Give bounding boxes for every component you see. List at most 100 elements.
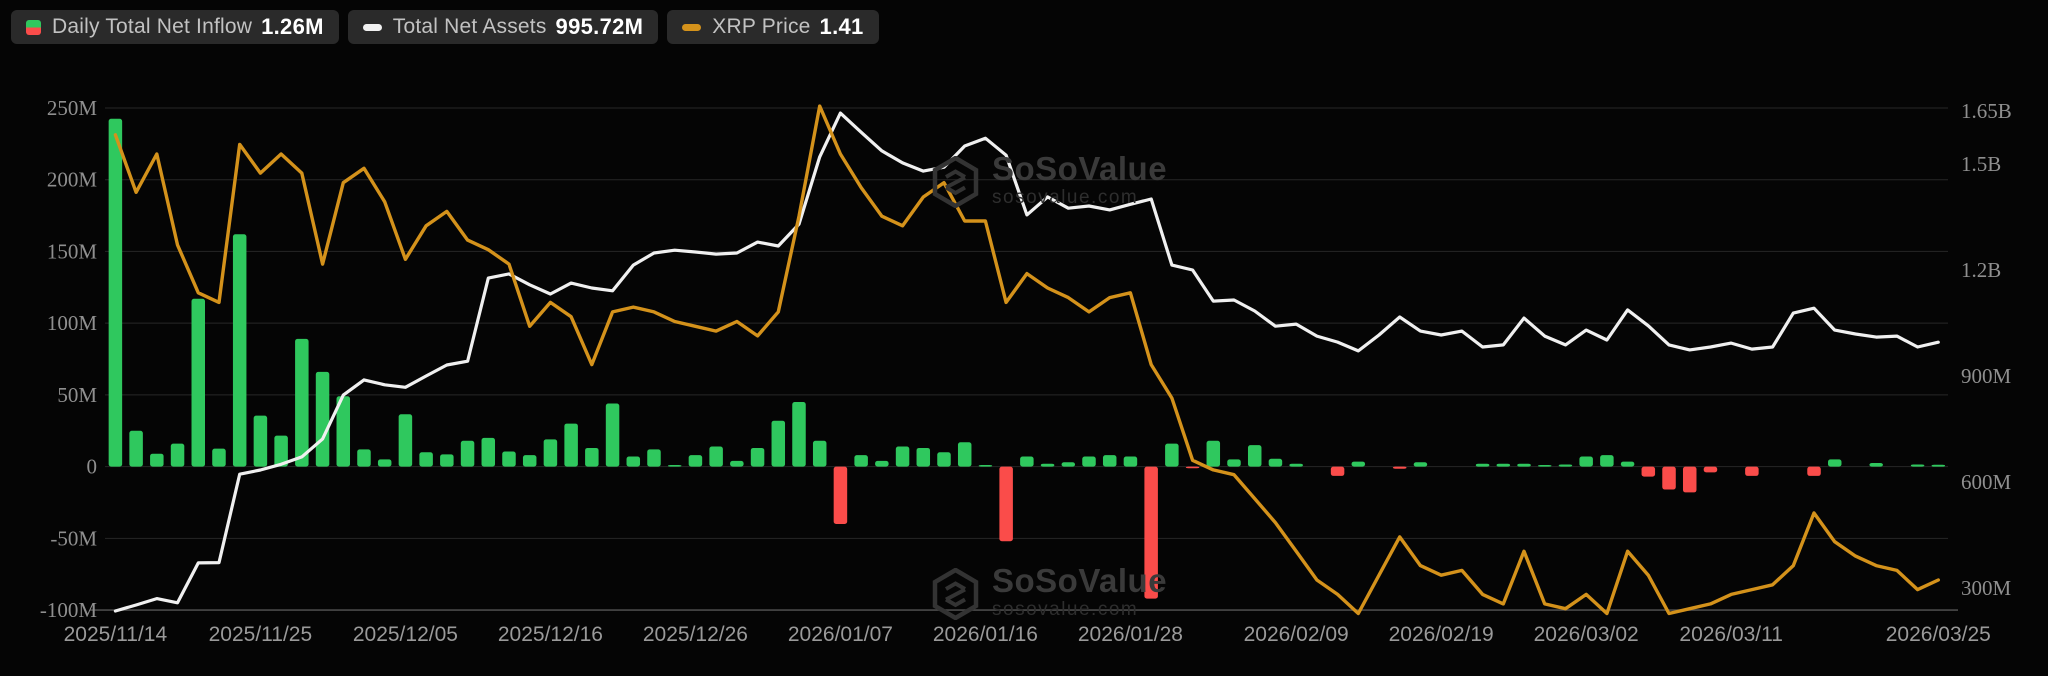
inflow-bar[interactable]: [1082, 457, 1096, 467]
inflow-bar[interactable]: [1621, 462, 1635, 467]
inflow-bar[interactable]: [1227, 459, 1241, 466]
inflow-bar[interactable]: [834, 467, 848, 524]
inflow-bar[interactable]: [1517, 464, 1531, 467]
inflow-bar[interactable]: [419, 452, 433, 466]
legend-item-total-net-assets[interactable]: Total Net Assets 995.72M: [348, 10, 659, 44]
y-axis-left-tick-label: 0: [87, 455, 98, 479]
inflow-bar[interactable]: [150, 454, 164, 467]
inflow-bar[interactable]: [606, 403, 620, 466]
x-axis-tick-label: 2025/12/16: [498, 623, 603, 646]
x-axis-tick-label: 2026/01/28: [1078, 623, 1183, 646]
inflow-bar[interactable]: [709, 447, 723, 467]
inflow-bar[interactable]: [461, 441, 475, 467]
inflow-bar[interactable]: [730, 461, 744, 467]
inflow-bar[interactable]: [1144, 467, 1158, 599]
inflow-bar[interactable]: [896, 447, 910, 467]
inflow-bar[interactable]: [1124, 457, 1138, 467]
inflow-bar[interactable]: [751, 448, 765, 467]
inflow-bar[interactable]: [1062, 462, 1076, 466]
inflow-bar[interactable]: [544, 439, 558, 466]
xrp-line-icon: [682, 24, 701, 31]
inflow-bar[interactable]: [813, 441, 827, 467]
inflow-bar[interactable]: [399, 414, 413, 466]
inflow-bar[interactable]: [1911, 464, 1925, 466]
inflow-bar[interactable]: [192, 299, 206, 467]
inflow-bar[interactable]: [1538, 465, 1552, 467]
inflow-bar[interactable]: [647, 449, 661, 466]
inflow-bar[interactable]: [1704, 467, 1718, 473]
inflow-bar[interactable]: [295, 339, 309, 467]
legend-item-daily-net-inflow[interactable]: Daily Total Net Inflow 1.26M: [11, 10, 339, 44]
y-axis-left-tick-label: 250M: [47, 96, 98, 120]
chart-canvas[interactable]: 250M200M150M100M50M0-50M-100M1.65B1.5B1.…: [0, 0, 2048, 676]
inflow-bar[interactable]: [1807, 467, 1821, 476]
inflow-bar[interactable]: [502, 452, 516, 467]
inflow-bar[interactable]: [254, 416, 268, 467]
inflow-bar[interactable]: [1289, 464, 1303, 467]
inflow-bar[interactable]: [1476, 464, 1490, 467]
total-net-assets-line[interactable]: [115, 113, 1938, 611]
inflow-bar[interactable]: [1165, 444, 1179, 467]
inflow-bar[interactable]: [668, 465, 682, 467]
inflow-bar[interactable]: [1103, 455, 1117, 466]
inflow-bar[interactable]: [772, 421, 786, 467]
inflow-bar[interactable]: [523, 455, 537, 466]
inflow-bar[interactable]: [627, 457, 641, 467]
legend: Daily Total Net Inflow 1.26M Total Net A…: [11, 10, 879, 44]
inflow-bar[interactable]: [792, 402, 806, 467]
inflow-bar[interactable]: [316, 372, 330, 467]
inflow-bar[interactable]: [357, 449, 371, 466]
legend-label: XRP Price: [712, 15, 810, 39]
inflow-bar[interactable]: [1600, 455, 1614, 466]
legend-label: Total Net Assets: [393, 15, 547, 39]
tna-line-icon: [363, 24, 382, 31]
inflow-bar[interactable]: [1269, 459, 1283, 467]
x-axis-tick-label: 2025/12/26: [643, 623, 748, 646]
inflow-bar[interactable]: [1869, 463, 1883, 467]
inflow-bar[interactable]: [1207, 441, 1221, 467]
inflow-bar[interactable]: [212, 449, 226, 467]
inflow-bar[interactable]: [854, 455, 868, 466]
inflow-bar[interactable]: [1559, 464, 1573, 466]
inflow-bar[interactable]: [1414, 462, 1428, 466]
inflow-bar[interactable]: [1932, 465, 1946, 467]
y-axis-right-tick-label: 1.5B: [1961, 152, 2001, 176]
inflow-bar[interactable]: [440, 454, 454, 466]
inflow-bar[interactable]: [1186, 467, 1200, 469]
inflow-bar[interactable]: [482, 438, 496, 467]
inflow-bar[interactable]: [585, 448, 599, 467]
inflow-bar[interactable]: [1331, 467, 1345, 476]
inflow-bar[interactable]: [917, 448, 931, 467]
inflow-bar[interactable]: [1828, 459, 1842, 466]
inflow-bar[interactable]: [1579, 457, 1593, 467]
inflow-bar[interactable]: [958, 442, 972, 466]
inflow-bar[interactable]: [1683, 467, 1697, 493]
x-axis-tick-label: 2026/01/16: [933, 623, 1038, 646]
inflow-bar[interactable]: [1248, 445, 1262, 467]
inflow-bar[interactable]: [875, 461, 889, 467]
x-axis-tick-label: 2025/11/14: [64, 623, 168, 646]
inflow-bar[interactable]: [129, 431, 143, 467]
x-axis-tick-label: 2026/01/07: [788, 623, 893, 646]
inflow-bar[interactable]: [109, 119, 123, 467]
inflow-bar[interactable]: [378, 459, 392, 466]
inflow-bar[interactable]: [1393, 467, 1407, 469]
inflow-bar[interactable]: [1642, 467, 1656, 477]
inflow-bar[interactable]: [1352, 462, 1366, 467]
inflow-bar[interactable]: [564, 424, 578, 467]
inflow-bar[interactable]: [1662, 467, 1676, 490]
y-axis-left-tick-label: -50M: [50, 526, 97, 550]
xrp-price-line[interactable]: [115, 106, 1938, 613]
legend-item-xrp-price[interactable]: XRP Price 1.41: [667, 10, 878, 44]
inflow-bar[interactable]: [979, 465, 993, 467]
inflow-bar[interactable]: [999, 467, 1013, 542]
inflow-bar[interactable]: [233, 234, 247, 466]
inflow-bar[interactable]: [1041, 464, 1055, 467]
inflow-bar[interactable]: [171, 444, 185, 467]
inflow-bar[interactable]: [1020, 457, 1034, 467]
inflow-bar[interactable]: [937, 452, 951, 466]
inflow-bar[interactable]: [1745, 467, 1759, 476]
inflow-bar[interactable]: [689, 455, 703, 466]
inflow-bar[interactable]: [1497, 464, 1511, 467]
x-axis-tick-label: 2025/12/05: [353, 623, 458, 646]
